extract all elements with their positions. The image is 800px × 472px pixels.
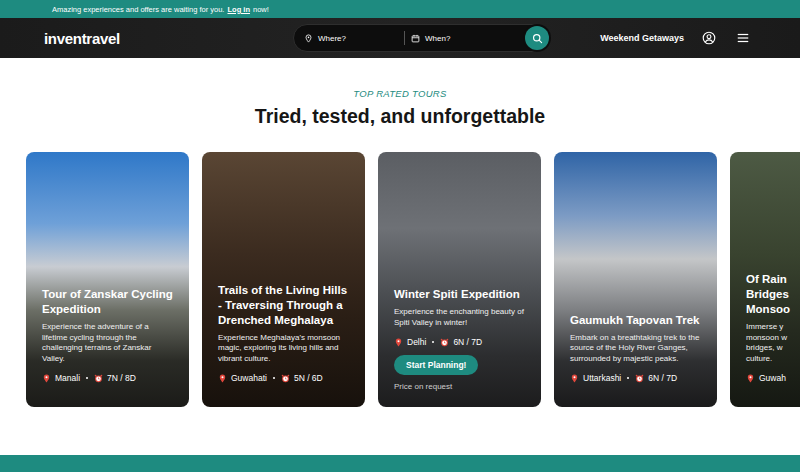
tour-location: Guwahati bbox=[231, 373, 267, 383]
tour-duration: 7N / 8D bbox=[107, 373, 136, 383]
start-planning-button[interactable]: Start Planning! bbox=[394, 355, 478, 375]
tour-title: Trails of the Living Hills - Traversing … bbox=[218, 283, 351, 328]
when-placeholder: When? bbox=[425, 34, 450, 43]
tour-title: Of Rain Bridges Monsoo bbox=[746, 272, 798, 317]
logo[interactable]: inventravel bbox=[44, 30, 293, 47]
section-title: Tried, tested, and unforgettable bbox=[255, 105, 545, 128]
tour-carousel: Tour of Zanskar Cycling Expedition Experi… bbox=[0, 152, 800, 407]
location-icon bbox=[304, 34, 313, 43]
meta-separator bbox=[432, 341, 434, 343]
pin-icon bbox=[570, 374, 579, 383]
meta-separator bbox=[627, 377, 629, 379]
tour-title: Winter Spiti Expedition bbox=[394, 287, 527, 302]
footer-band bbox=[0, 455, 800, 472]
tour-description: Experience the adventure of a lifetime c… bbox=[42, 322, 175, 365]
tour-location: Manali bbox=[55, 373, 80, 383]
tour-location: Delhi bbox=[407, 337, 426, 347]
tour-description: Embark on a breathtaking trek to the sou… bbox=[570, 333, 703, 365]
header: inventravel Where? When? Weekend Getaways bbox=[0, 18, 800, 58]
clock-icon bbox=[281, 374, 290, 383]
tour-meta: Guwahati 5N / 6D bbox=[218, 373, 351, 383]
clock-icon bbox=[440, 338, 449, 347]
section-eyebrow: TOP RATED TOURS bbox=[353, 88, 446, 99]
tour-card[interactable]: Of Rain Bridges Monsoo Immerse y monsoon … bbox=[730, 152, 800, 407]
tour-title: Tour of Zanskar Cycling Expedition bbox=[42, 287, 175, 317]
pin-icon bbox=[218, 374, 227, 383]
tour-meta: Uttarkashi 6N / 7D bbox=[570, 373, 703, 383]
clock-icon bbox=[94, 374, 103, 383]
pin-icon bbox=[746, 374, 755, 383]
tour-card[interactable]: Trails of the Living Hills - Traversing … bbox=[202, 152, 365, 407]
where-placeholder: Where? bbox=[318, 34, 346, 43]
meta-separator bbox=[86, 377, 88, 379]
tour-description: Experience Meghalaya's monsoon magic, ex… bbox=[218, 333, 351, 365]
tour-duration: 5N / 6D bbox=[294, 373, 323, 383]
top-rated-section: TOP RATED TOURS Tried, tested, and unforg… bbox=[0, 58, 800, 455]
clock-icon bbox=[635, 374, 644, 383]
tour-title: Gaumukh Tapovan Trek bbox=[570, 313, 703, 328]
user-icon[interactable] bbox=[702, 31, 716, 45]
banner-suffix: now! bbox=[253, 5, 269, 14]
when-field[interactable]: When? bbox=[405, 34, 521, 43]
tour-card[interactable]: Tour of Zanskar Cycling Expedition Experi… bbox=[26, 152, 189, 407]
tour-card[interactable]: Gaumukh Tapovan Trek Embark on a breathta… bbox=[554, 152, 717, 407]
login-link[interactable]: Log in bbox=[227, 5, 250, 14]
tour-duration: 6N / 7D bbox=[453, 337, 482, 347]
search-divider bbox=[404, 31, 405, 45]
meta-separator bbox=[273, 377, 275, 379]
search-bar: Where? When? bbox=[293, 24, 551, 52]
header-actions: Weekend Getaways bbox=[551, 31, 800, 45]
menu-icon[interactable] bbox=[736, 31, 750, 45]
calendar-icon bbox=[411, 34, 420, 43]
pin-icon bbox=[394, 338, 403, 347]
search-icon bbox=[532, 33, 543, 44]
tour-card[interactable]: Winter Spiti Expedition Experience the en… bbox=[378, 152, 541, 407]
banner-text: Amazing experiences and offers are waiti… bbox=[52, 5, 224, 14]
tour-meta: Guwah bbox=[746, 373, 798, 383]
tour-meta: Manali 7N / 8D bbox=[42, 373, 175, 383]
tour-description: Immerse y monsoon w bridges, w culture. bbox=[746, 322, 798, 365]
promo-banner: Amazing experiences and offers are waiti… bbox=[0, 0, 800, 18]
tour-price: Price on request bbox=[394, 382, 527, 391]
where-field[interactable]: Where? bbox=[304, 34, 404, 43]
pin-icon bbox=[42, 374, 51, 383]
weekend-getaways-link[interactable]: Weekend Getaways bbox=[600, 33, 684, 43]
tour-description: Experience the enchanting beauty of Spit… bbox=[394, 307, 527, 329]
search-button[interactable] bbox=[525, 26, 549, 50]
tour-location: Uttarkashi bbox=[583, 373, 621, 383]
tour-meta: Delhi 6N / 7D bbox=[394, 337, 527, 347]
tour-location: Guwah bbox=[759, 373, 786, 383]
page: Amazing experiences and offers are waiti… bbox=[0, 0, 800, 472]
tour-duration: 6N / 7D bbox=[648, 373, 677, 383]
